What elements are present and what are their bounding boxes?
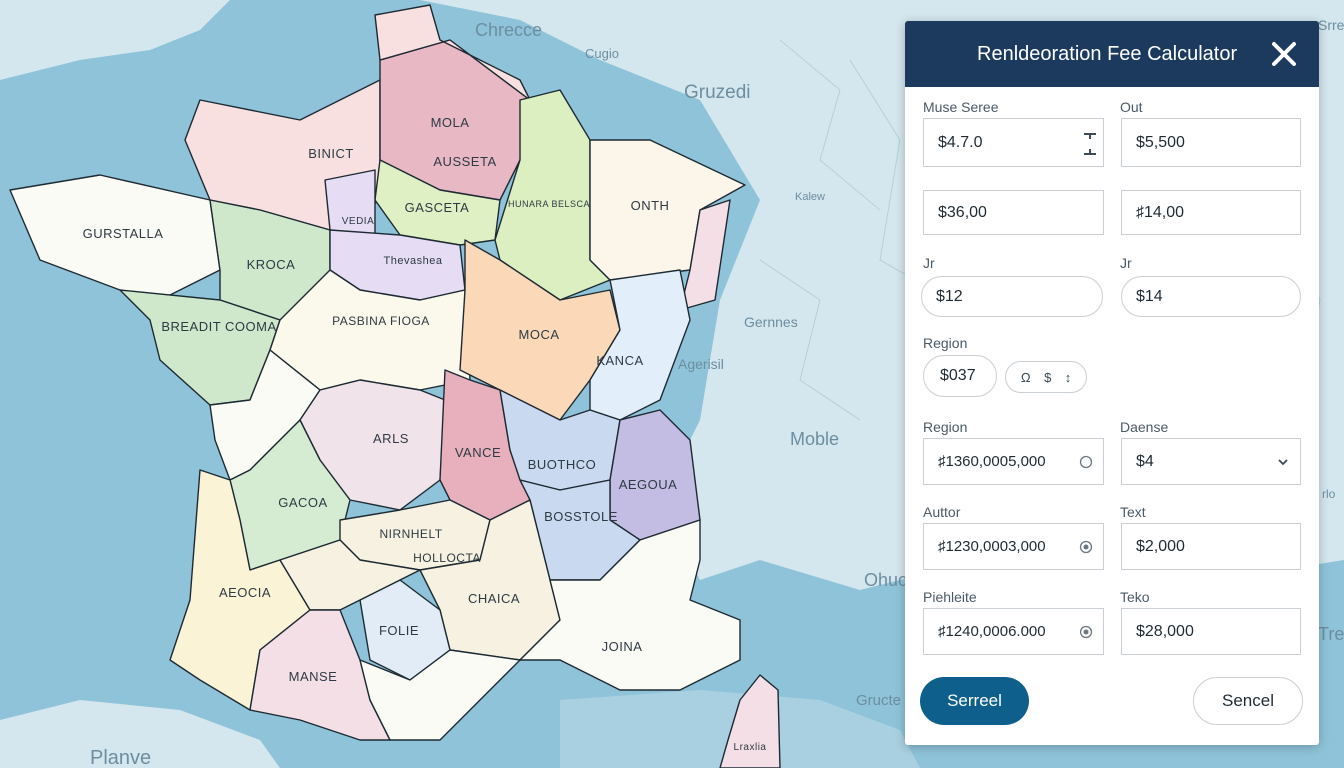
label-text: Text (1120, 504, 1146, 520)
region-label-nirnhelt: NIRNHELT (379, 527, 442, 541)
region-label-chaica: CHAICA (468, 591, 520, 606)
region-label-gurstalla: GURSTALLA (83, 226, 164, 241)
label-out: Out (1120, 99, 1143, 115)
label-region-2: Region (923, 419, 968, 435)
row2-left-input[interactable]: $36,00 (923, 190, 1104, 235)
chevron-down-icon (1278, 458, 1288, 465)
region-label-folie: FOLIE (379, 623, 419, 638)
jr-right-input[interactable]: $14 (1121, 276, 1301, 317)
region-label-buotho: BUOTHCO (528, 457, 597, 472)
place-label: Chrecce (475, 20, 542, 40)
mini-control-group[interactable]: Ω $ ↕ (1005, 361, 1087, 393)
jr-right-value: $14 (1136, 287, 1163, 305)
row2-right-input[interactable]: ♯14,00 (1121, 190, 1301, 235)
region-label-hollocta: HOLLOCTA (413, 551, 481, 565)
region-label-kanca: KANCA (596, 353, 643, 368)
region-label-bosstole: BOSSTOLE (544, 509, 618, 524)
piehleite-value: ♯1240,0006.000 (938, 623, 1046, 640)
place-label: Gruzedi (684, 82, 751, 103)
region-label-gasceta: GASCETA (405, 200, 470, 215)
text-value: $2,000 (1136, 537, 1185, 555)
daense-select[interactable]: $4 (1121, 438, 1301, 485)
piehleite-input[interactable]: ♯1240,0006.000 (923, 608, 1104, 655)
daense-value: $4 (1136, 452, 1154, 470)
teko-input[interactable]: $28,000 (1121, 608, 1301, 655)
label-jr-right: Jr (1120, 255, 1132, 271)
sencel-button[interactable]: Sencel (1193, 677, 1303, 725)
label-jr-left: Jr (923, 255, 935, 271)
region-label-onth: ONTH (631, 198, 670, 213)
teko-value: $28,000 (1136, 622, 1194, 640)
region-label-vedia: VEDIA (342, 216, 375, 227)
place-label: Gructe (856, 692, 901, 709)
region-label-aegoua: AEGOUA (619, 477, 678, 492)
place-label: Moble (790, 429, 839, 449)
jr-left-value: $12 (936, 287, 963, 305)
label-piehleite: Piehleite (923, 589, 977, 605)
panel-header: Renldeoration Fee Calculator (905, 21, 1319, 87)
label-region-1: Region (923, 335, 968, 351)
place-label: Gernnes (744, 314, 798, 330)
place-label: Agerisil (678, 356, 724, 372)
panel-title: Renldeoration Fee Calculator (977, 43, 1238, 65)
region-input[interactable]: ♯1360,0005,000 (923, 438, 1104, 485)
row2-right-value: ♯14,00 (1136, 203, 1185, 221)
serreel-button[interactable]: Serreel (920, 677, 1029, 725)
row2-left-value: $36,00 (938, 203, 987, 221)
fee-calculator-panel: Renldeoration Fee Calculator Muse Seree … (905, 21, 1319, 745)
place-label: Tre (1318, 624, 1344, 644)
region-label-ausseta: AUSSETA (433, 154, 496, 169)
label-teko: Teko (1120, 589, 1150, 605)
region-label-arls: ARLS (373, 431, 409, 446)
region-small-value: $037 (940, 367, 976, 384)
region-label-vance: VANCE (455, 445, 501, 460)
place-label: Cugio (585, 46, 619, 61)
sort-icon[interactable]: ↕ (1065, 370, 1072, 385)
stepper-icon[interactable] (1083, 131, 1097, 157)
region-label-binict: BINICT (308, 146, 354, 161)
region-label-aeocia: AEOCIA (219, 585, 271, 600)
label-daense: Daense (1120, 419, 1169, 435)
region-label-moca: MOCA (519, 327, 560, 342)
text-input[interactable]: $2,000 (1121, 523, 1301, 570)
region-label-gacoa: GACOA (278, 495, 327, 510)
region-label-breadit: BREADIT COOMA (161, 319, 276, 334)
place-label: Kalew (795, 191, 825, 203)
auttor-value: ♯1230,0003,000 (938, 538, 1046, 555)
region-label-thevashea: Thevashea (384, 255, 443, 267)
close-icon (1272, 42, 1296, 66)
region-label-corsica: Lraxlia (734, 742, 767, 753)
place-label: Srre (1318, 17, 1344, 33)
out-input[interactable]: $5,500 (1121, 118, 1301, 167)
auttor-input[interactable]: ♯1230,0003,000 (923, 523, 1104, 570)
region-label-hunara: HUNARA BELSCA (508, 199, 590, 209)
region-label-manse: MANSE (289, 669, 338, 684)
region-label-mola: MOLA (431, 115, 470, 130)
dollar-icon[interactable]: $ (1044, 370, 1051, 385)
settings-icon[interactable] (1079, 625, 1093, 639)
muse-seree-value: $4.7.0 (938, 133, 983, 151)
region-label-pasbina: PASBINA FIOGA (332, 314, 430, 328)
region-label-joina: JOINA (602, 639, 643, 654)
muse-seree-input[interactable]: $4.7.0 (923, 118, 1104, 167)
label-auttor: Auttor (923, 504, 961, 520)
place-label: Planve (90, 747, 151, 768)
omega-icon[interactable]: Ω (1021, 370, 1031, 385)
region-value: ♯1360,0005,000 (938, 453, 1046, 470)
place-label: rlo (1322, 487, 1336, 501)
region-label-kroca: KROCA (247, 257, 296, 272)
place-label: Ohuc (864, 570, 907, 590)
close-button[interactable] (1269, 39, 1299, 69)
info-icon[interactable] (1079, 455, 1093, 469)
out-value: $5,500 (1136, 133, 1185, 151)
settings-icon[interactable] (1079, 540, 1093, 554)
region-small-input[interactable]: $037 (923, 355, 997, 397)
label-muse-seree: Muse Seree (923, 99, 999, 115)
jr-left-input[interactable]: $12 (921, 276, 1103, 317)
